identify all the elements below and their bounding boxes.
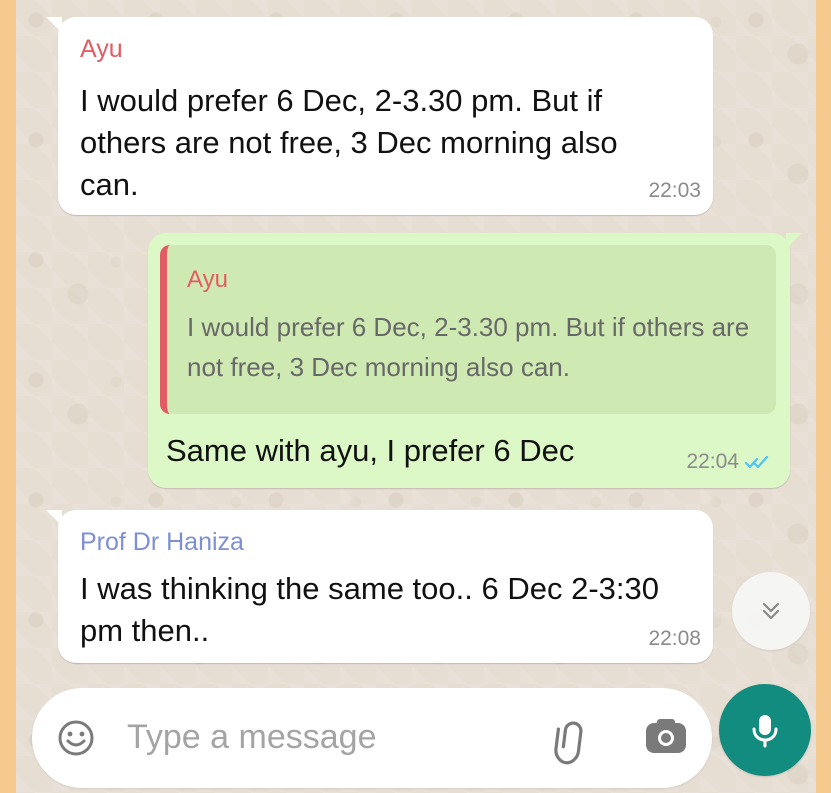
message-sender: Prof Dr Haniza bbox=[80, 528, 244, 556]
message-meta: 22:04 bbox=[686, 450, 770, 474]
message-bubble-prof-dr-haniza[interactable]: Prof Dr Haniza I was thinking the same t… bbox=[46, 510, 713, 663]
message-time: 22:08 bbox=[648, 627, 701, 650]
message-input[interactable] bbox=[127, 710, 487, 764]
double-check-icon bbox=[745, 455, 769, 469]
message-bubble-ayu[interactable]: Ayu I would prefer 6 Dec, 2-3.30 pm. But… bbox=[46, 17, 713, 215]
message-text: I would prefer 6 Dec, 2-3.30 pm. But if … bbox=[80, 83, 618, 202]
message-bubble-outgoing[interactable]: Ayu I would prefer 6 Dec, 2-3.30 pm. But… bbox=[148, 233, 802, 488]
camera-icon[interactable] bbox=[640, 712, 692, 764]
emoji-icon[interactable] bbox=[52, 714, 100, 762]
microphone-icon bbox=[752, 715, 778, 748]
message-text: Same with ayu, I prefer 6 Dec bbox=[166, 433, 575, 468]
message-composer bbox=[32, 688, 712, 788]
message-text: I was thinking the same too.. 6 Dec 2-3:… bbox=[80, 571, 659, 648]
chevron-down-double-icon bbox=[762, 602, 780, 620]
quoted-message[interactable]: Ayu I would prefer 6 Dec, 2-3.30 pm. But… bbox=[160, 245, 776, 414]
quoted-sender: Ayu bbox=[187, 266, 228, 293]
voice-message-button[interactable] bbox=[719, 684, 811, 776]
quoted-text: I would prefer 6 Dec, 2-3.30 pm. But if … bbox=[187, 312, 750, 382]
paperclip-icon[interactable] bbox=[544, 713, 596, 765]
message-sender: Ayu bbox=[80, 35, 123, 63]
chat-screen: Ayu I would prefer 6 Dec, 2-3.30 pm. But… bbox=[16, 0, 816, 793]
message-time: 22:04 bbox=[686, 450, 739, 473]
scroll-to-bottom-button[interactable] bbox=[732, 572, 810, 650]
message-time: 22:03 bbox=[648, 179, 701, 202]
